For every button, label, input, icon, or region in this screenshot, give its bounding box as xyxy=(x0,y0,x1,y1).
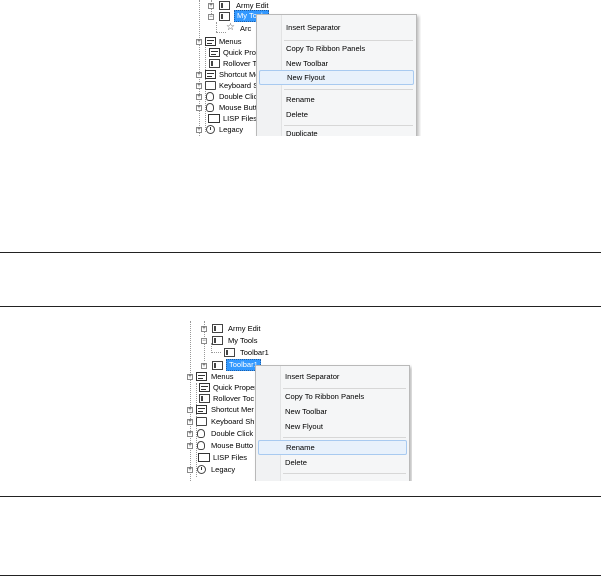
menu-item-insert-separator[interactable]: Insert Separator xyxy=(259,20,414,35)
shortcut-menu-icon xyxy=(196,405,207,414)
toolbar-icon xyxy=(212,336,223,345)
tree-item-label: Shortcut Mer xyxy=(211,405,254,414)
collapse-icon[interactable]: − xyxy=(208,14,214,20)
expand-icon[interactable]: + xyxy=(187,419,193,425)
lisp-file-icon xyxy=(198,453,210,462)
screenshot-panel-top: + Army Edit − My Tools ☆ Arc + Menus Qui… xyxy=(195,0,421,136)
menu-item-insert-separator[interactable]: Insert Separator xyxy=(258,369,407,384)
collapse-icon[interactable]: − xyxy=(201,338,207,344)
double-click-icon xyxy=(206,92,214,101)
double-click-icon xyxy=(197,429,205,438)
tree-item-label: Mouse Butto xyxy=(211,441,254,450)
expand-icon[interactable]: + xyxy=(201,363,207,369)
keyboard-icon xyxy=(196,417,207,426)
keyboard-icon xyxy=(205,81,216,90)
expand-icon[interactable]: + xyxy=(196,105,202,111)
menu-item-new-flyout[interactable]: New Flyout xyxy=(259,70,414,85)
menu-item-new-toolbar[interactable]: New Toolbar xyxy=(258,404,407,419)
tree-item-label: Toolbar1 xyxy=(240,348,269,357)
expand-icon[interactable]: + xyxy=(201,326,207,332)
tree-item-label: Arc xyxy=(240,24,252,33)
lisp-file-icon xyxy=(208,114,220,123)
menu-separator xyxy=(283,473,406,474)
menu-icon xyxy=(205,37,216,46)
menu-item-new-toolbar[interactable]: New Toolbar xyxy=(259,56,414,71)
expand-icon[interactable]: + xyxy=(196,94,202,100)
shortcut-menu-icon xyxy=(205,70,216,79)
expand-icon[interactable]: + xyxy=(208,3,214,9)
menu-item-copy-to-ribbon-panels[interactable]: Copy To Ribbon Panels xyxy=(259,41,414,56)
menu-icon xyxy=(196,372,207,381)
legacy-clock-icon xyxy=(206,125,215,134)
menu-item-copy-to-ribbon-panels[interactable]: Copy To Ribbon Panels xyxy=(258,389,407,404)
tree-item-label: My Tools xyxy=(228,336,258,345)
tree-item-label: Army Edit xyxy=(228,324,261,333)
rollover-icon xyxy=(199,394,210,403)
page-divider xyxy=(0,252,601,253)
expand-icon[interactable]: + xyxy=(196,72,202,78)
properties-icon xyxy=(199,383,210,392)
menu-separator xyxy=(284,89,413,90)
page-divider xyxy=(0,306,601,307)
context-menu: Insert Separator Copy To Ribbon Panels N… xyxy=(255,365,410,481)
menu-item-delete[interactable]: Delete xyxy=(258,455,407,470)
expand-icon[interactable]: + xyxy=(187,443,193,449)
menu-item-rename[interactable]: Rename xyxy=(258,440,407,455)
expand-icon[interactable]: + xyxy=(196,83,202,89)
expand-icon[interactable]: + xyxy=(187,431,193,437)
star-icon: ☆ xyxy=(226,22,235,33)
screenshot-panel-bottom: + Army Edit − My Tools Toolbar1 + Toolba… xyxy=(184,321,412,481)
expand-icon[interactable]: + xyxy=(196,127,202,133)
tree-item-label: LISP Files xyxy=(213,453,248,462)
menu-item-duplicate[interactable]: Duplicate xyxy=(259,126,414,136)
legacy-clock-icon xyxy=(197,465,206,474)
rollover-icon xyxy=(209,59,220,68)
toolbar-icon xyxy=(219,1,230,10)
page-divider xyxy=(0,575,601,576)
expand-icon[interactable]: + xyxy=(187,467,193,473)
tree-item-label: Double Click xyxy=(211,429,254,438)
tree-item-label: Legacy xyxy=(219,125,244,134)
menu-item-new-flyout[interactable]: New Flyout xyxy=(258,419,407,434)
menu-separator xyxy=(283,437,406,438)
expand-icon[interactable]: + xyxy=(187,407,193,413)
menu-item-rename[interactable]: Rename xyxy=(259,92,414,107)
tree-item-label: Keyboard Sh xyxy=(211,417,255,426)
expand-icon[interactable]: + xyxy=(196,39,202,45)
context-menu: Insert Separator Copy To Ribbon Panels N… xyxy=(256,14,417,136)
toolbar-icon xyxy=(219,12,230,21)
toolbar-icon xyxy=(212,324,223,333)
tree-item-label: Legacy xyxy=(211,465,236,474)
page-divider xyxy=(0,496,601,497)
toolbar-icon xyxy=(212,361,223,370)
toolbar-icon xyxy=(224,348,235,357)
mouse-icon xyxy=(197,441,205,450)
properties-icon xyxy=(209,48,220,57)
mouse-icon xyxy=(206,103,214,112)
menu-item-delete[interactable]: Delete xyxy=(259,107,414,122)
expand-icon[interactable]: + xyxy=(187,374,193,380)
